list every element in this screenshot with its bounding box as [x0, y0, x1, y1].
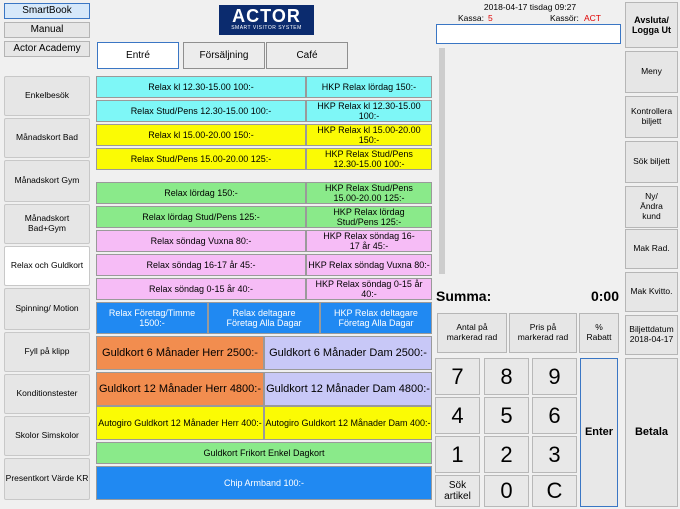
smartbook-button[interactable]: SmartBook: [4, 3, 90, 19]
product-button[interactable]: Autogiro Guldkort 12 Månader Herr 400:-: [96, 406, 264, 440]
key-0[interactable]: 0: [484, 475, 529, 507]
product-button[interactable]: Guldkort 12 Månader Herr 4800:-: [96, 372, 264, 406]
product-button[interactable]: HKP Relax kl 12.30-15.00 100:-: [306, 100, 432, 122]
kassa-label: Kassa:: [458, 13, 484, 23]
avsluta-button[interactable]: Avsluta/ Logga Ut: [625, 2, 678, 48]
pris-button[interactable]: Pris på markerad rad: [509, 313, 577, 353]
product-button[interactable]: Guldkort 6 Månader Dam 2500:-: [264, 336, 432, 370]
scrollbar-thumb[interactable]: [439, 48, 445, 274]
product-button[interactable]: Relax söndag Vuxna 80:-: [96, 230, 306, 252]
key-9[interactable]: 9: [532, 358, 577, 395]
key-6[interactable]: 6: [532, 397, 577, 434]
kassor-value: ACT: [584, 13, 601, 23]
sidebar-item-skolor-simskolor[interactable]: Skolor Simskolor: [4, 416, 90, 456]
product-button[interactable]: HKP Relax söndag Vuxna 80:-: [306, 254, 432, 276]
key-8[interactable]: 8: [484, 358, 529, 395]
sidebar-item-manadskort-gym[interactable]: Månadskort Gym: [4, 160, 90, 202]
mak-kvitto-button[interactable]: Mak Kvitto.: [625, 272, 678, 312]
product-button[interactable]: Relax kl 12.30-15.00 100:-: [96, 76, 306, 98]
sok-biljett-button[interactable]: Sök biljett: [625, 141, 678, 183]
product-button[interactable]: Relax kl 15.00-20.00 150:-: [96, 124, 306, 146]
logo-tagline: SMART VISITOR SYSTEM: [231, 25, 302, 31]
receipt-input[interactable]: [436, 24, 621, 44]
key-2[interactable]: 2: [484, 436, 529, 473]
sidebar-item-spinning-motion[interactable]: Spinning/ Motion: [4, 288, 90, 330]
receipt-list[interactable]: [436, 48, 621, 276]
product-button[interactable]: HKP Relax deltagare Företag Alla Dagar: [320, 302, 432, 334]
product-button[interactable]: Chip Armband 100:-: [96, 466, 432, 500]
ny-andra-kund-button[interactable]: Ny/Ändra kund: [625, 186, 678, 228]
product-button[interactable]: Relax söndag 0-15 år 40:-: [96, 278, 306, 300]
actor-academy-button[interactable]: Actor Academy: [4, 41, 90, 57]
key-7[interactable]: 7: [435, 358, 480, 395]
product-button[interactable]: HKP Relax lördag Stud/Pens 125:-: [306, 206, 432, 228]
key-1[interactable]: 1: [435, 436, 480, 473]
product-button[interactable]: Relax Företag/Timme 1500:-: [96, 302, 208, 334]
clear-button[interactable]: C: [532, 475, 577, 507]
tab-entre[interactable]: Entré: [97, 42, 179, 69]
kassor-label: Kassör:: [550, 13, 579, 23]
summa-value: 0:00: [590, 288, 619, 304]
key-3[interactable]: 3: [532, 436, 577, 473]
sidebar-item-enkelbesok[interactable]: Enkelbesök: [4, 76, 90, 116]
sok-artikel-button[interactable]: Sök artikel: [435, 475, 480, 507]
sidebar-item-manadskort-bad[interactable]: Månadskort Bad: [4, 118, 90, 158]
receipt-scrollbar[interactable]: [439, 48, 445, 274]
product-button[interactable]: HKP Relax kl 15.00-20.00 150:-: [306, 124, 432, 146]
product-button[interactable]: Relax lördag 150:-: [96, 182, 306, 204]
product-button[interactable]: HKP Relax söndag 0-15 år 40:-: [306, 278, 432, 300]
product-button[interactable]: Relax söndag 16-17 år 45:-: [96, 254, 306, 276]
enter-button[interactable]: Enter: [580, 358, 618, 507]
tab-cafe[interactable]: Café: [266, 42, 348, 69]
product-button[interactable]: Relax lördag Stud/Pens 125:-: [96, 206, 306, 228]
betala-button[interactable]: Betala: [625, 358, 678, 507]
sidebar-item-relax-guldkort[interactable]: Relax och Guldkort: [4, 246, 90, 286]
product-button[interactable]: Relax Stud/Pens 12.30-15.00 100:-: [96, 100, 306, 122]
summa-label: Summa:: [436, 288, 492, 304]
key-4[interactable]: 4: [435, 397, 480, 434]
actor-logo: ACTOR SMART VISITOR SYSTEM: [219, 5, 314, 35]
product-button[interactable]: Relax deltagare Företag Alla Dagar: [208, 302, 320, 334]
sidebar-item-fyll-pa-klipp[interactable]: Fyll på klipp: [4, 332, 90, 372]
key-5[interactable]: 5: [484, 397, 529, 434]
logo-name: ACTOR: [232, 6, 301, 26]
tab-forsaljning[interactable]: Försäljning: [183, 42, 265, 69]
product-button[interactable]: Guldkort Frikort Enkel Dagkort: [96, 442, 432, 464]
product-grid: Relax kl 12.30-15.00 100:- HKP Relax lör…: [96, 76, 432, 506]
product-button[interactable]: HKP Relax söndag 16-17 år 45:-: [306, 230, 432, 252]
sidebar-item-konditionstester[interactable]: Konditionstester: [4, 374, 90, 414]
product-button[interactable]: HKP Relax Stud/Pens 15.00-20.00 125:-: [306, 182, 432, 204]
product-button[interactable]: Relax Stud/Pens 15.00-20.00 125:-: [96, 148, 306, 170]
receipt-datetime: 2018-04-17 tisdag 09:27: [483, 2, 577, 12]
manual-button[interactable]: Manual: [4, 22, 90, 38]
mak-rad-button[interactable]: Mak Rad.: [625, 229, 678, 269]
product-button[interactable]: Autogiro Guldkort 12 Månader Dam 400:-: [264, 406, 432, 440]
product-button[interactable]: HKP Relax lördag 150:-: [306, 76, 432, 98]
kassa-value: 5: [488, 13, 493, 23]
antal-button[interactable]: Antal på markerad rad: [437, 313, 507, 353]
meny-button[interactable]: Meny: [625, 51, 678, 93]
sidebar-item-manadskort-bad-gym[interactable]: Månadskort Bad+Gym: [4, 204, 90, 244]
rabatt-button[interactable]: % Rabatt: [579, 313, 619, 353]
product-button[interactable]: HKP Relax Stud/Pens 12.30-15.00 100:-: [306, 148, 432, 170]
biljettdatum-button[interactable]: Biljettdatum 2018-04-17: [625, 315, 678, 355]
biljettdatum-value: 2018-04-17: [629, 334, 674, 344]
sidebar-item-presentkort[interactable]: Presentkort Värde KR: [4, 458, 90, 500]
kontrollera-biljett-button[interactable]: Kontrollera biljett: [625, 96, 678, 138]
product-button[interactable]: Guldkort 6 Månader Herr 2500:-: [96, 336, 264, 370]
sidebar: SmartBook Manual Actor Academy Enkelbesö…: [0, 0, 94, 509]
product-button[interactable]: Guldkort 12 Månader Dam 4800:-: [264, 372, 432, 406]
